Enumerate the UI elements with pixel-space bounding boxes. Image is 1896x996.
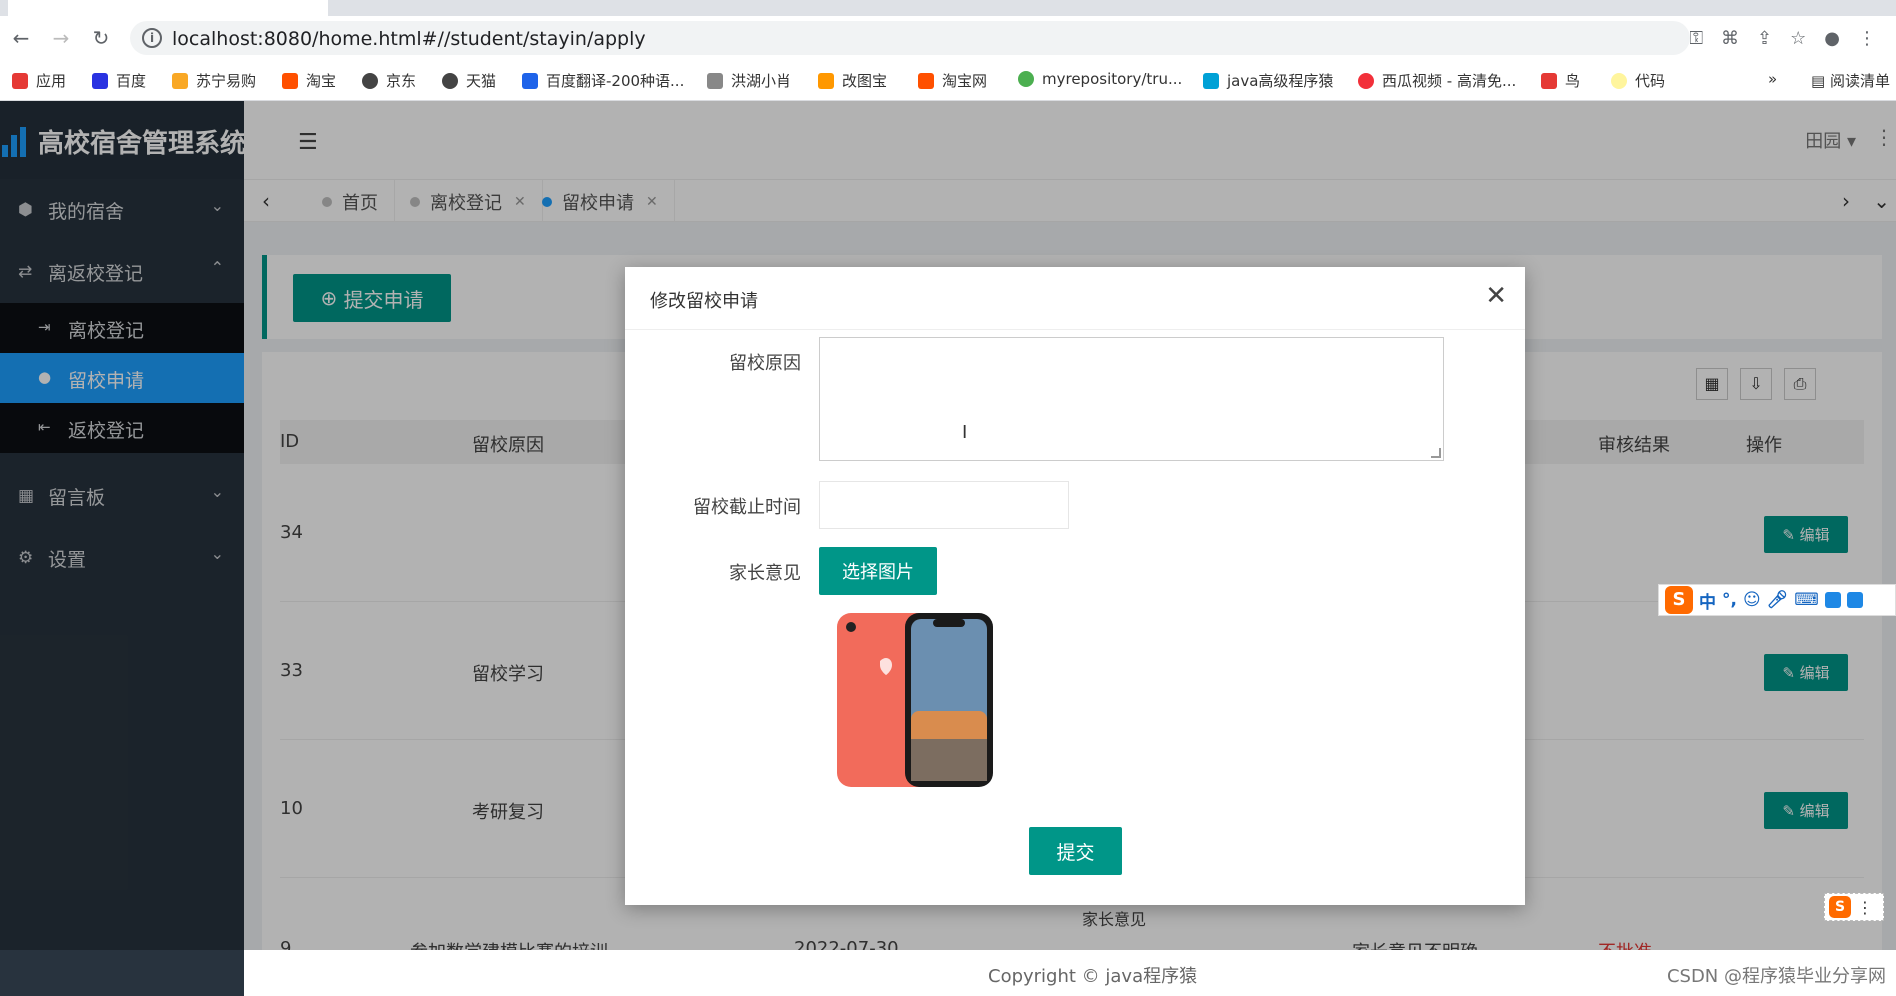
- baidu-icon: [92, 72, 108, 89]
- submit-button[interactable]: 提交: [1029, 827, 1122, 875]
- sogou-icon[interactable]: S: [1665, 586, 1693, 614]
- address-row: ← → ↻ i localhost:8080/home.html#//stude…: [0, 16, 1896, 60]
- url-text[interactable]: localhost:8080/home.html#//student/stayi…: [172, 28, 646, 50]
- bird-icon: [1541, 72, 1557, 89]
- key-icon[interactable]: ⚿: [1689, 28, 1703, 49]
- edit-stay-modal: 修改留校申请 ✕ 留校原因 I 留校截止时间 家长意见 选择图片 提交: [625, 267, 1525, 905]
- bookmark-java[interactable]: java高级程序猿: [1203, 70, 1333, 91]
- browser-tabstrip: [0, 0, 1896, 16]
- bookmark-tmall[interactable]: 天猫: [442, 70, 496, 91]
- reason-label: 留校原因: [729, 353, 801, 374]
- shirt-icon[interactable]: [1846, 592, 1863, 608]
- resize-grip-icon[interactable]: [1431, 448, 1441, 458]
- modal-title: 修改留校申请: [650, 291, 758, 312]
- bookmark-taobao[interactable]: 淘宝: [282, 70, 336, 91]
- address-bar-actions: ⚿ ⌘ ⇪ ☆ ● ⋮: [1689, 28, 1876, 49]
- bookmark-jd[interactable]: 京东: [362, 70, 416, 91]
- bookmark-apps[interactable]: 应用: [12, 70, 66, 91]
- bookmark-fanyi[interactable]: 百度翻译-200种语...: [522, 70, 684, 91]
- bookmark-niao[interactable]: 鸟: [1541, 70, 1580, 91]
- modal-header: 修改留校申请 ✕: [625, 267, 1525, 330]
- deadline-input[interactable]: [819, 481, 1069, 529]
- bookmark-code[interactable]: 代码: [1611, 70, 1665, 91]
- address-bar[interactable]: i localhost:8080/home.html#//student/sta…: [130, 21, 1690, 55]
- chrome-icon: [1018, 71, 1034, 87]
- taobao-icon: [918, 72, 934, 89]
- ime-toolbar: S 中 °, ☺ 🎤︎ ⌨: [1658, 584, 1896, 616]
- code-icon: [1611, 72, 1627, 89]
- back-icon[interactable]: ←: [8, 25, 34, 51]
- play-icon: [1358, 72, 1374, 89]
- user-icon[interactable]: [1824, 592, 1841, 608]
- reading-list-icon: ▤: [1811, 72, 1830, 90]
- bookmark-suning[interactable]: 苏宁易购: [172, 70, 256, 91]
- globe-icon: [442, 72, 458, 89]
- keyboard-icon[interactable]: ⌨: [1794, 590, 1819, 610]
- text-cursor-icon: I: [962, 422, 968, 443]
- reload-icon[interactable]: ↻: [88, 25, 114, 51]
- phone-image: [837, 613, 993, 787]
- more-vertical-icon[interactable]: ⋮: [1857, 898, 1873, 917]
- bird-icon: [707, 72, 723, 89]
- footer: Copyright © java程序猿 CSDN @程序猿毕业分享网: [244, 950, 1896, 996]
- emoji-icon[interactable]: ☺: [1743, 590, 1761, 610]
- bookmark-honghu[interactable]: 洪湖小肖: [707, 70, 791, 91]
- taobao-icon: [282, 72, 298, 89]
- bookmarks-bar: 应用 百度 苏宁易购 淘宝 京东 天猫 百度翻译-200种语... 洪湖小肖 改…: [0, 60, 1896, 101]
- mic-icon[interactable]: 🎤︎: [1767, 590, 1789, 610]
- copyright-text: Copyright © java程序猿: [988, 966, 1198, 987]
- profile-icon[interactable]: ●: [1824, 28, 1840, 49]
- gaitubao-icon: [818, 72, 834, 89]
- star-icon[interactable]: ☆: [1790, 28, 1806, 49]
- menu-dots-icon[interactable]: ⋮: [1858, 28, 1876, 49]
- deadline-label: 留校截止时间: [693, 497, 801, 518]
- suning-icon: [172, 72, 188, 89]
- watermark-text: CSDN @程序猿毕业分享网: [1666, 966, 1886, 987]
- share-icon[interactable]: ⇪: [1757, 28, 1772, 49]
- bookmark-baidu[interactable]: 百度: [92, 70, 146, 91]
- apps-grid-icon: [12, 72, 28, 89]
- chinese-mode-icon[interactable]: 中: [1699, 588, 1716, 613]
- close-icon[interactable]: ✕: [1485, 281, 1507, 311]
- forward-icon[interactable]: →: [48, 25, 74, 51]
- translate-icon[interactable]: ⌘: [1721, 28, 1739, 49]
- parent-opinion-image-preview[interactable]: [835, 611, 995, 789]
- bookmark-repo[interactable]: myrepository/tru...: [1018, 70, 1182, 88]
- ime-mini-toolbar: S ⋮: [1824, 893, 1884, 921]
- bookmarks-overflow-icon[interactable]: »: [1768, 70, 1777, 88]
- globe-icon: [362, 72, 378, 89]
- punctuation-icon[interactable]: °,: [1722, 590, 1737, 610]
- reading-list[interactable]: ▤ 阅读清单: [1811, 70, 1890, 91]
- reason-textarea[interactable]: I: [819, 337, 1444, 461]
- translate-site-icon: [522, 72, 538, 89]
- bilibili-icon: [1203, 72, 1219, 89]
- bookmark-xigua[interactable]: 西瓜视频 - 高清免...: [1358, 70, 1516, 91]
- site-info-icon[interactable]: i: [142, 28, 162, 48]
- sogou-icon[interactable]: S: [1829, 896, 1851, 918]
- choose-image-button[interactable]: 选择图片: [819, 547, 937, 595]
- bookmark-taobaowang[interactable]: 淘宝网: [918, 70, 987, 91]
- browser-tab[interactable]: [8, 0, 328, 16]
- parent-opinion-label: 家长意见: [729, 563, 801, 584]
- bookmark-gaitubao[interactable]: 改图宝: [818, 70, 887, 91]
